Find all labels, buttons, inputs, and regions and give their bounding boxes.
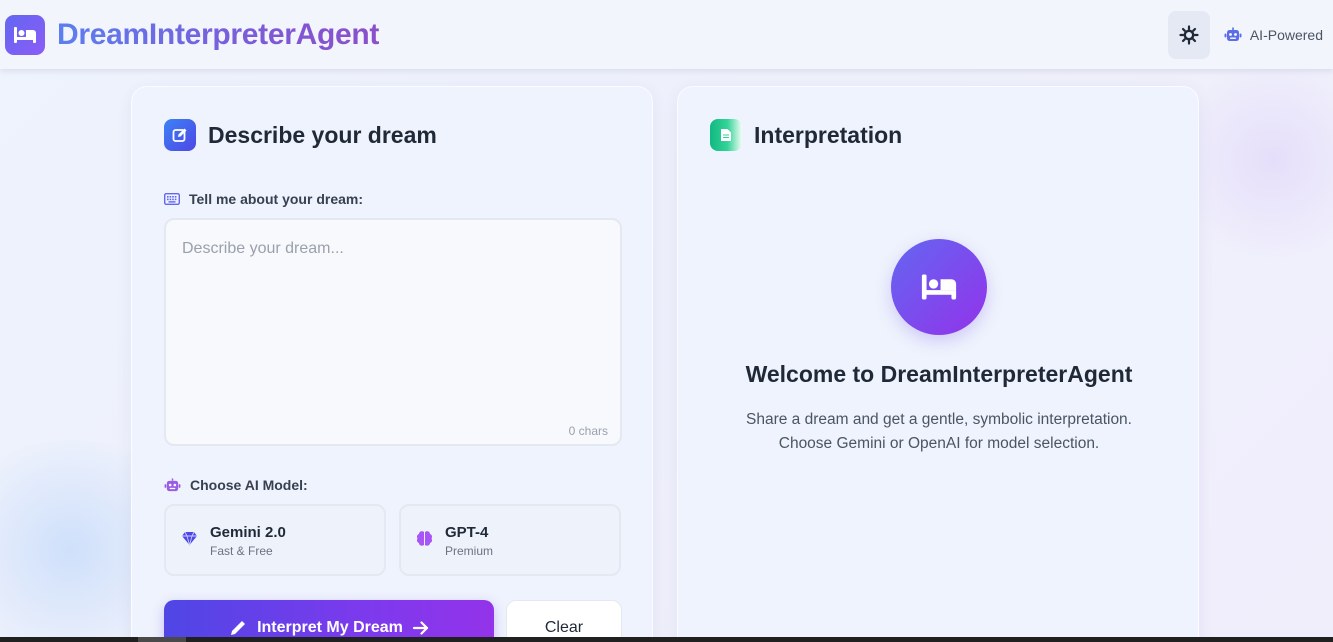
app-header: DreamInterpreterAgent AI-Powered [0, 0, 1333, 69]
bed-icon [5, 14, 45, 55]
clear-button-label: Clear [544, 619, 584, 636]
os-taskbar [0, 637, 1333, 642]
panel-header: Interpretation [710, 119, 902, 151]
panel-header: Describe your dream [164, 119, 437, 151]
keyboard-icon [164, 193, 180, 205]
gem-icon [182, 531, 197, 546]
document-icon [710, 119, 742, 151]
taskbar-item[interactable] [138, 637, 186, 642]
brain-icon [417, 531, 432, 546]
panel-title: Interpretation [754, 121, 903, 148]
model-option-gemini[interactable]: Gemini 2.0 Fast & Free [164, 504, 386, 576]
interpret-button-label: Interpret My Dream [257, 619, 403, 636]
panel-title: Describe your dream [208, 121, 437, 148]
model-subtitle: Premium [445, 544, 494, 558]
arrow-right-icon [412, 621, 429, 635]
model-subtitle: Fast & Free [210, 544, 273, 558]
robot-icon [164, 477, 181, 491]
edit-icon [164, 119, 196, 151]
clear-button[interactable]: Clear [506, 600, 622, 642]
model-option-gpt4[interactable]: GPT-4 Premium [399, 504, 621, 576]
pencil-icon [231, 621, 246, 635]
ai-powered-label: AI-Powered [1249, 26, 1323, 43]
char-counter: 0 chars [568, 424, 608, 438]
ai-powered-badge: AI-Powered [1224, 27, 1323, 43]
app-title: DreamInterpreterAgent [57, 17, 380, 51]
welcome-title: Welcome to DreamInterpreterAgent [745, 361, 1133, 387]
dream-textarea[interactable]: Describe your dream... 0 chars [164, 218, 622, 446]
sun-icon [1179, 24, 1199, 45]
interpret-button[interactable]: Interpret My Dream [164, 600, 494, 642]
model-field-label: Choose AI Model: [164, 477, 308, 493]
robot-icon [1224, 27, 1242, 41]
model-name: GPT-4 [445, 524, 489, 541]
interpretation-panel: Interpretation Welcome to DreamInterpret… [677, 86, 1199, 642]
model-name: Gemini 2.0 [210, 524, 286, 541]
dream-placeholder: Describe your dream... [182, 240, 344, 257]
welcome-description: Share a dream and get a gentle, symbolic… [745, 411, 1132, 452]
theme-toggle-button[interactable] [1167, 10, 1210, 59]
dream-field-label: Tell me about your dream: [164, 191, 363, 207]
bed-icon [891, 239, 987, 335]
dream-input-panel: Describe your dream Tell me about your d… [131, 86, 653, 642]
